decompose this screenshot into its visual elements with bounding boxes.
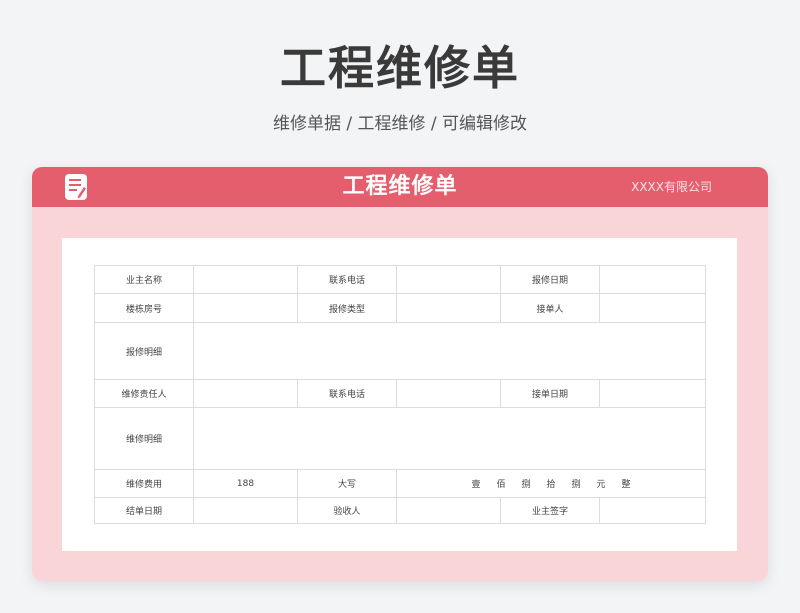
report-date-label: 报修日期 — [500, 265, 600, 294]
report-date-field[interactable] — [599, 265, 706, 294]
table-row: 结单日期 验收人 业主签字 — [94, 497, 706, 524]
table-row: 业主名称 联系电话 报修日期 — [94, 265, 706, 294]
table-row: 楼栋房号 报修类型 接单人 — [94, 293, 706, 323]
owner-signature-label: 业主签字 — [500, 497, 600, 524]
amount-uppercase-label: 大写 — [297, 469, 397, 498]
repair-type-label: 报修类型 — [297, 293, 397, 323]
page-title: 工程维修单 — [280, 41, 520, 95]
table-row: 维修明细 — [94, 407, 706, 470]
amount-char: 捌 — [571, 480, 581, 490]
amount-char: 壹 — [471, 480, 481, 490]
inspector-field[interactable] — [396, 497, 501, 524]
repair-form-table: 业主名称 联系电话 报修日期 楼栋房号 报修类型 接单人 报修明细 维修责任人 — [94, 265, 706, 524]
contact-phone-field[interactable] — [396, 265, 501, 294]
owner-name-field[interactable] — [193, 265, 298, 294]
table-row: 报修明细 — [94, 322, 706, 380]
owner-name-label: 业主名称 — [94, 265, 194, 294]
amount-char: 元 — [596, 480, 606, 490]
maintenance-person-field[interactable] — [193, 379, 298, 408]
contact-phone-2-field[interactable] — [396, 379, 501, 408]
owner-signature-field[interactable] — [599, 497, 706, 524]
close-date-label: 结单日期 — [94, 497, 194, 524]
amount-char: 捌 — [521, 480, 531, 490]
amount-char: 拾 — [546, 480, 556, 490]
card-header: 工程维修单 XXXX有限公司 — [32, 167, 768, 207]
repair-type-field[interactable] — [396, 293, 501, 323]
repair-fee-value[interactable]: 188 — [193, 469, 298, 498]
repair-fee-label: 维修费用 — [94, 469, 194, 498]
accept-date-label: 接单日期 — [500, 379, 600, 408]
receiver-field[interactable] — [599, 293, 706, 323]
form-sheet: 业主名称 联系电话 报修日期 楼栋房号 报修类型 接单人 报修明细 维修责任人 — [62, 238, 737, 551]
repair-detail-field[interactable] — [193, 322, 706, 380]
contact-phone-label: 联系电话 — [297, 265, 397, 294]
maintenance-detail-label: 维修明细 — [94, 407, 194, 470]
maintenance-person-label: 维修责任人 — [94, 379, 194, 408]
accept-date-field[interactable] — [599, 379, 706, 408]
amount-uppercase-value[interactable]: 壹 佰 捌 拾 捌 元 整 — [396, 469, 706, 498]
receiver-label: 接单人 — [500, 293, 600, 323]
amount-char: 整 — [621, 480, 631, 490]
inspector-label: 验收人 — [297, 497, 397, 524]
amount-char: 佰 — [496, 480, 506, 490]
company-name: XXXX有限公司 — [631, 180, 712, 194]
contact-phone-2-label: 联系电话 — [297, 379, 397, 408]
maintenance-detail-field[interactable] — [193, 407, 706, 470]
table-row: 维修责任人 联系电话 接单日期 — [94, 379, 706, 408]
building-room-field[interactable] — [193, 293, 298, 323]
page-subtitle: 维修单据 / 工程维修 / 可编辑修改 — [272, 114, 528, 134]
repair-detail-label: 报修明细 — [94, 322, 194, 380]
table-row: 维修费用 188 大写 壹 佰 捌 拾 捌 元 整 — [94, 469, 706, 498]
close-date-field[interactable] — [193, 497, 298, 524]
form-card: 工程维修单 XXXX有限公司 业主名称 联系电话 报修日期 楼栋房号 报修类型 … — [32, 167, 768, 581]
building-room-label: 楼栋房号 — [94, 293, 194, 323]
